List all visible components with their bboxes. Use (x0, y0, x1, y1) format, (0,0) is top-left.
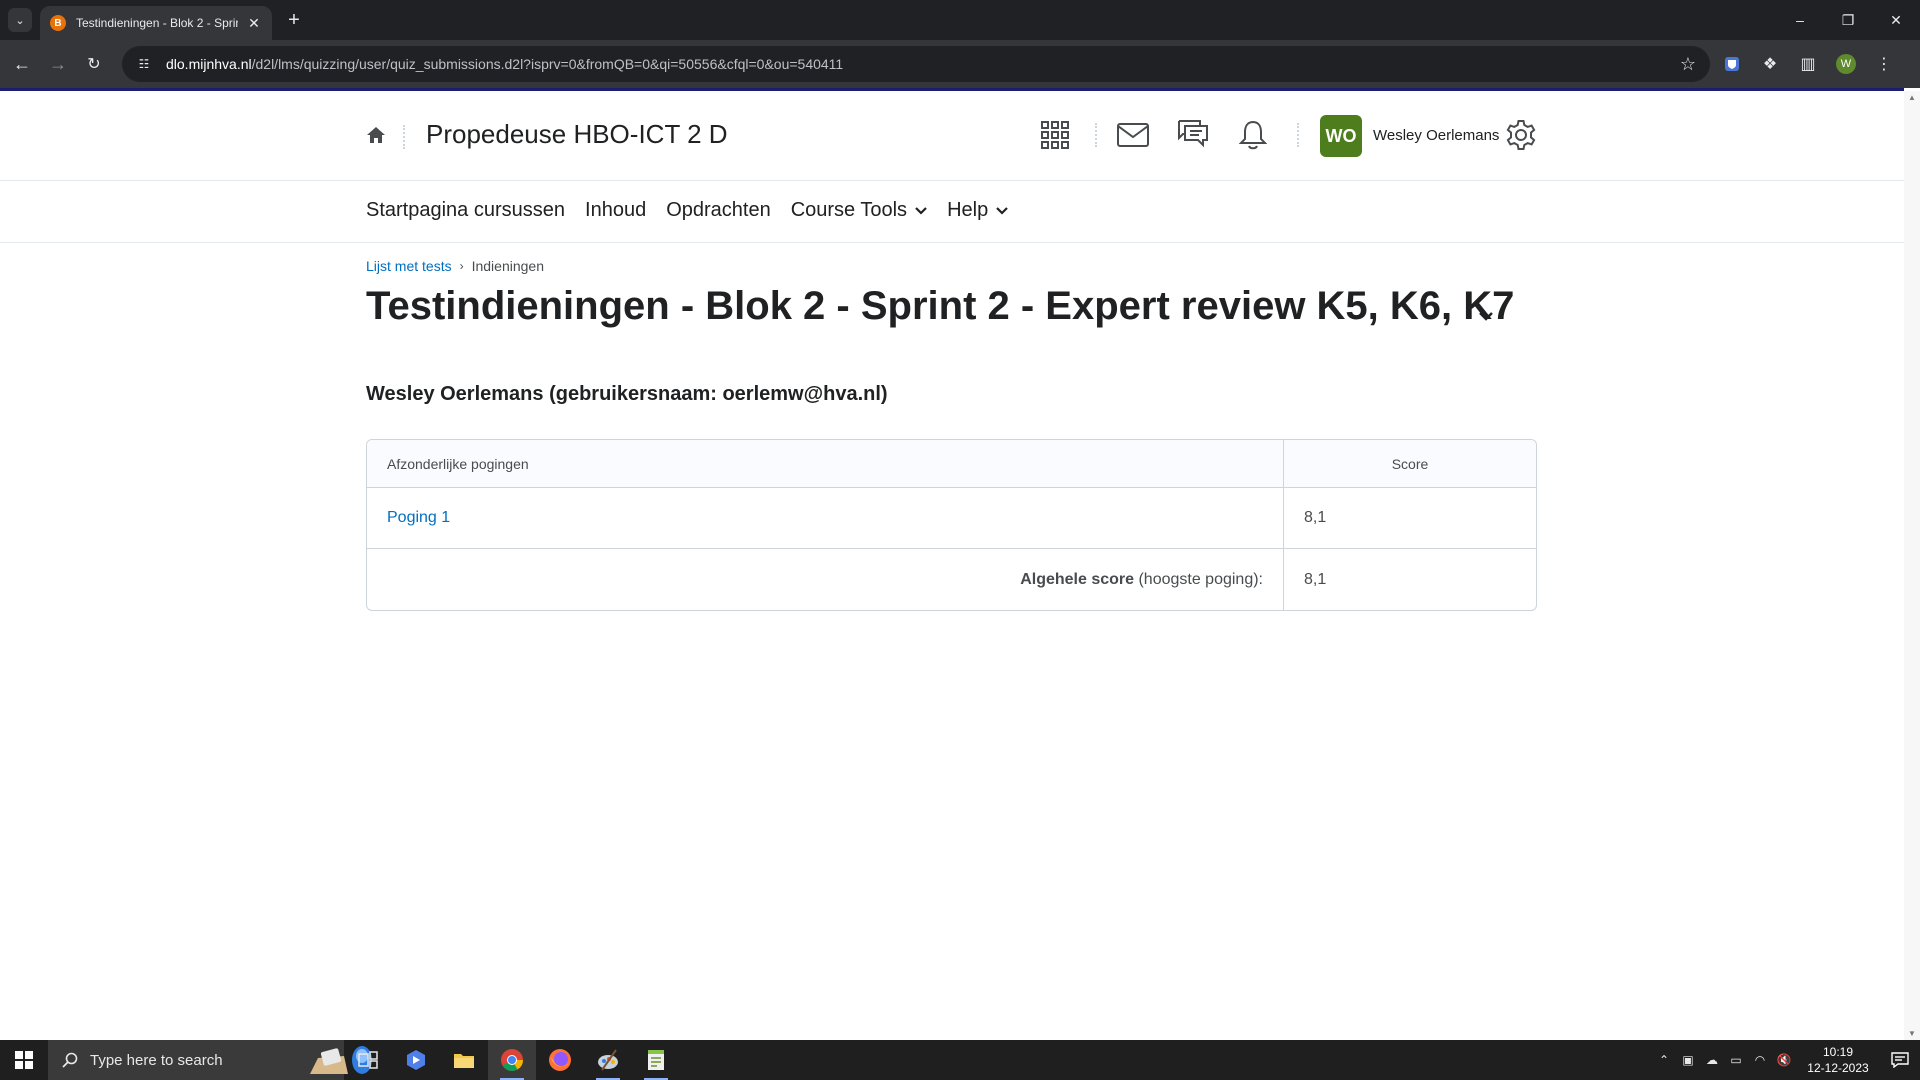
extensions-area: ❖ ▥ W ⋮ (1718, 50, 1898, 78)
overall-score-row: Algehele score (hoogste poging): 8,1 (367, 549, 1536, 610)
waffle-grid-icon[interactable] (1037, 117, 1073, 153)
clock-time: 10:19 (1822, 1045, 1854, 1059)
scroll-down-arrow-icon[interactable]: ▼ (1908, 1029, 1916, 1038)
task-view-icon[interactable] (344, 1040, 392, 1080)
overall-score-cell: 8,1 (1283, 549, 1536, 610)
nav-opdrachten[interactable]: Opdrachten (666, 199, 771, 222)
chevron-down-icon (915, 206, 927, 215)
url-text[interactable]: dlo.mijnhva.nl/d2l/lms/quizzing/user/qui… (166, 56, 843, 72)
attempt-link[interactable]: Poging 1 (387, 509, 450, 526)
battery-icon[interactable]: ▭ (1724, 1040, 1748, 1080)
search-icon (62, 1052, 78, 1068)
overall-note: (hoogste poging): (1138, 570, 1263, 588)
wifi-icon[interactable]: ◠ (1748, 1040, 1772, 1080)
windows-taskbar: Type here to search ⌃ ▣ ☁ ▭ ◠ 🔇 10:19 12… (0, 1040, 1920, 1080)
clock-date: 12-12-2023 (1807, 1061, 1869, 1075)
site-header: Propedeuse HBO-ICT 2 D WO Wesley Oerlema… (0, 91, 1904, 181)
search-placeholder: Type here to search (90, 1051, 223, 1069)
profile-avatar[interactable]: W (1832, 50, 1860, 78)
notification-center-icon[interactable] (1880, 1040, 1920, 1080)
tab-close-icon[interactable]: ✕ (246, 15, 262, 32)
browser-toolbar: ← → ↻ ☷ dlo.mijnhva.nl/d2l/lms/quizzing/… (0, 40, 1920, 88)
mail-icon[interactable] (1115, 117, 1151, 153)
user-name[interactable]: Wesley Oerlemans (1373, 127, 1499, 144)
score-cell: 8,1 (1283, 488, 1536, 549)
site-info-icon[interactable]: ☷ (136, 56, 152, 72)
tab-title: Testindieningen - Blok 2 - Sprint 2 - Ex… (76, 16, 238, 30)
back-arrow-icon[interactable]: ← (10, 52, 34, 76)
table-header-row: Afzonderlijke pogingen Score (367, 440, 1536, 488)
kebab-menu-icon[interactable]: ⋮ (1870, 50, 1898, 78)
tab-favicon-icon: B (50, 15, 66, 31)
address-bar[interactable]: ☷ dlo.mijnhva.nl/d2l/lms/quizzing/user/q… (122, 46, 1710, 82)
breadcrumb-current: Indieningen (471, 258, 544, 274)
browser-tab[interactable]: B Testindieningen - Blok 2 - Sprint 2 - … (40, 6, 272, 40)
tray-overflow-chevron-icon[interactable]: ⌃ (1652, 1040, 1676, 1080)
taskbar-search-box[interactable]: Type here to search (48, 1040, 372, 1080)
new-tab-plus-icon[interactable]: + (282, 8, 306, 32)
page-title: Testindieningen - Blok 2 - Sprint 2 - Ex… (366, 284, 1515, 328)
volume-muted-icon[interactable]: 🔇 (1772, 1040, 1796, 1080)
restore-icon[interactable]: ❐ (1824, 0, 1872, 40)
nav-course-tools-label: Course Tools (790, 199, 908, 221)
system-tray: ⌃ ▣ ☁ ▭ ◠ 🔇 10:19 12-12-2023 (1652, 1040, 1920, 1080)
onedrive-cloud-icon[interactable]: ☁ (1700, 1040, 1724, 1080)
home-icon[interactable] (366, 125, 386, 145)
column-header-attempts: Afzonderlijke pogingen (367, 440, 1283, 488)
minimize-icon[interactable]: – (1776, 0, 1824, 40)
breadcrumb-link-tests[interactable]: Lijst met tests (366, 258, 452, 274)
header-separator (403, 125, 405, 149)
discussion-chat-icon[interactable] (1175, 117, 1211, 153)
course-title[interactable]: Propedeuse HBO-ICT 2 D (426, 119, 728, 150)
file-explorer-icon[interactable] (440, 1040, 488, 1080)
breadcrumb: Lijst met tests › Indieningen (366, 258, 544, 274)
windows-start-icon[interactable] (0, 1040, 48, 1080)
taskbar-clock[interactable]: 10:19 12-12-2023 (1796, 1044, 1880, 1076)
nav-help[interactable]: Help (947, 199, 1008, 222)
table-row: Poging 1 8,1 (367, 488, 1536, 549)
firefox-icon[interactable] (536, 1040, 584, 1080)
nav-course-tools[interactable]: Course Tools (791, 199, 927, 222)
breadcrumb-separator-icon: › (459, 259, 464, 273)
gear-settings-icon[interactable] (1503, 117, 1539, 153)
window-controls: – ❐ ✕ (1776, 0, 1920, 40)
header-separator (1095, 123, 1097, 147)
course-navbar: Startpagina cursussen Inhoud Opdrachten … (0, 181, 1904, 243)
header-separator (1297, 123, 1299, 147)
bookmark-star-icon[interactable]: ☆ (1680, 54, 1696, 75)
chrome-icon[interactable] (488, 1040, 536, 1080)
attempt-cell: Poging 1 (367, 488, 1283, 549)
side-panel-icon[interactable]: ▥ (1794, 50, 1822, 78)
column-header-score: Score (1283, 440, 1536, 488)
forward-arrow-icon[interactable]: → (46, 52, 70, 76)
reload-icon[interactable]: ↻ (82, 52, 106, 76)
paint-app-icon[interactable] (584, 1040, 632, 1080)
nav-startpagina[interactable]: Startpagina cursussen (366, 199, 565, 222)
nav-help-label: Help (947, 199, 989, 221)
avatar[interactable]: WO (1320, 115, 1362, 157)
nav-inhoud[interactable]: Inhoud (585, 199, 646, 222)
meet-now-icon[interactable]: ▣ (1676, 1040, 1700, 1080)
puzzle-extensions-icon[interactable]: ❖ (1756, 50, 1784, 78)
browser-tab-strip: ⌄ B Testindieningen - Blok 2 - Sprint 2 … (0, 0, 1920, 40)
overall-label-cell: Algehele score (hoogste poging): (367, 549, 1283, 610)
taskbar-apps (344, 1040, 680, 1080)
bing-copilot-icon[interactable] (392, 1040, 440, 1080)
student-heading: Wesley Oerlemans (gebruikersnaam: oerlem… (366, 383, 888, 405)
bitwarden-extension-icon[interactable] (1718, 50, 1746, 78)
attempts-table: Afzonderlijke pogingen Score Poging 1 8,… (366, 439, 1537, 611)
scroll-up-arrow-icon[interactable]: ▲ (1908, 93, 1916, 102)
notification-bell-icon[interactable] (1235, 117, 1271, 153)
close-window-icon[interactable]: ✕ (1872, 0, 1920, 40)
page-scrollbar[interactable]: ▲ ▼ (1904, 91, 1920, 1040)
tab-search-chevron-icon[interactable]: ⌄ (8, 8, 32, 32)
overall-label: Algehele score (1020, 570, 1135, 588)
chevron-down-icon (996, 206, 1008, 215)
title-context-menu-chevron-icon[interactable] (1474, 304, 1498, 328)
notepad-plus-icon[interactable] (632, 1040, 680, 1080)
page-content: Propedeuse HBO-ICT 2 D WO Wesley Oerlema… (0, 91, 1904, 1040)
